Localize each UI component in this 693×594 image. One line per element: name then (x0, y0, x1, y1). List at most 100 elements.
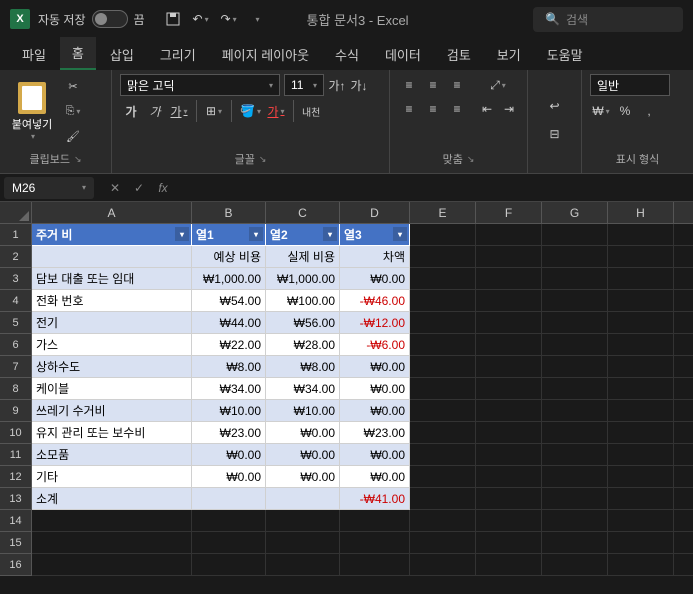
cell[interactable]: 가스 (32, 334, 192, 356)
redo-icon[interactable]: ↷▾ (217, 7, 241, 31)
table-header-cell[interactable]: 열1▾ (192, 224, 266, 246)
worksheet[interactable]: ABCDEFGH1주거 비▾열1▾열2▾열3▾2예상 비용실제 비용차액3담보 … (0, 202, 693, 576)
cell[interactable] (674, 488, 693, 510)
cell[interactable] (476, 378, 542, 400)
align-middle-icon[interactable]: ≡ (422, 74, 444, 96)
cell[interactable] (542, 510, 608, 532)
row-header[interactable]: 8 (0, 378, 32, 400)
cell[interactable]: ₩1,000.00 (266, 268, 340, 290)
tab-review[interactable]: 검토 (435, 39, 483, 70)
cell[interactable]: ₩0.00 (340, 400, 410, 422)
cell[interactable] (476, 312, 542, 334)
cell[interactable] (608, 290, 674, 312)
dialog-launcher-icon[interactable]: ↘ (74, 154, 82, 165)
cell[interactable] (476, 444, 542, 466)
cell[interactable] (476, 268, 542, 290)
table-header-cell[interactable]: 열3▾ (340, 224, 410, 246)
align-center-icon[interactable]: ≡ (422, 98, 444, 120)
wrap-text-icon[interactable]: ↩ (544, 95, 566, 117)
cell[interactable]: ₩10.00 (266, 400, 340, 422)
cell[interactable] (476, 334, 542, 356)
cell[interactable]: ₩34.00 (192, 378, 266, 400)
cell[interactable]: ₩34.00 (266, 378, 340, 400)
tab-data[interactable]: 데이터 (373, 39, 433, 70)
select-all-corner[interactable] (0, 202, 32, 224)
cancel-formula-icon[interactable]: ✕ (104, 177, 126, 199)
cell[interactable] (476, 290, 542, 312)
cell[interactable] (410, 554, 476, 576)
cell[interactable]: ₩0.00 (266, 444, 340, 466)
cell[interactable]: -₩6.00 (340, 334, 410, 356)
cell[interactable] (410, 488, 476, 510)
cell[interactable]: ₩8.00 (192, 356, 266, 378)
tab-insert[interactable]: 삽입 (98, 39, 146, 70)
row-header[interactable]: 14 (0, 510, 32, 532)
tab-file[interactable]: 파일 (10, 39, 58, 70)
search-box[interactable]: 🔍 검색 (533, 7, 683, 32)
enter-formula-icon[interactable]: ✓ (128, 177, 150, 199)
col-header[interactable]: D (340, 202, 410, 224)
cell[interactable] (674, 334, 693, 356)
cell[interactable] (32, 554, 192, 576)
row-header[interactable]: 5 (0, 312, 32, 334)
cell[interactable]: ₩44.00 (192, 312, 266, 334)
cell[interactable] (476, 224, 542, 246)
cell[interactable] (674, 224, 693, 246)
tab-draw[interactable]: 그리기 (148, 39, 208, 70)
cell[interactable] (476, 488, 542, 510)
cell[interactable] (410, 312, 476, 334)
cell[interactable] (608, 334, 674, 356)
row-header[interactable]: 12 (0, 466, 32, 488)
cell[interactable] (410, 510, 476, 532)
cell[interactable]: ₩28.00 (266, 334, 340, 356)
qat-more-icon[interactable]: ▾ (245, 7, 269, 31)
tab-home[interactable]: 홈 (60, 37, 96, 70)
cell[interactable] (608, 400, 674, 422)
cell[interactable] (410, 334, 476, 356)
tab-help[interactable]: 도움말 (535, 39, 595, 70)
font-color-button[interactable]: 가▾ (265, 100, 287, 122)
phonetic-button[interactable]: 내천 (300, 100, 322, 122)
row-header[interactable]: 7 (0, 356, 32, 378)
cell[interactable] (608, 444, 674, 466)
cell[interactable] (542, 290, 608, 312)
cell[interactable] (410, 224, 476, 246)
cell[interactable]: ₩10.00 (192, 400, 266, 422)
cell[interactable] (410, 422, 476, 444)
cell[interactable] (608, 246, 674, 268)
cell[interactable] (674, 466, 693, 488)
cell[interactable] (542, 268, 608, 290)
cell[interactable] (410, 246, 476, 268)
cell[interactable] (674, 246, 693, 268)
row-header[interactable]: 13 (0, 488, 32, 510)
cell[interactable]: 소모품 (32, 444, 192, 466)
filter-icon[interactable]: ▾ (323, 227, 337, 241)
cell[interactable] (340, 510, 410, 532)
cell[interactable] (542, 378, 608, 400)
cell[interactable]: ₩0.00 (192, 444, 266, 466)
cell[interactable]: ₩8.00 (266, 356, 340, 378)
row-header[interactable]: 9 (0, 400, 32, 422)
cell[interactable] (542, 312, 608, 334)
decrease-indent-icon[interactable]: ⇤ (476, 98, 498, 120)
table-header-cell[interactable]: 주거 비▾ (32, 224, 192, 246)
cell[interactable] (674, 400, 693, 422)
increase-indent-icon[interactable]: ⇥ (498, 98, 520, 120)
cell[interactable]: -₩12.00 (340, 312, 410, 334)
fx-icon[interactable]: fx (152, 177, 174, 199)
cell[interactable] (674, 356, 693, 378)
col-header[interactable]: H (608, 202, 674, 224)
cell[interactable] (542, 400, 608, 422)
cell[interactable] (542, 444, 608, 466)
merge-icon[interactable]: ⊟ (544, 123, 566, 145)
cell[interactable] (674, 422, 693, 444)
dialog-launcher-icon[interactable]: ↘ (467, 154, 475, 165)
cell[interactable] (266, 554, 340, 576)
cell[interactable] (674, 532, 693, 554)
cell[interactable] (476, 554, 542, 576)
row-header[interactable]: 16 (0, 554, 32, 576)
row-header[interactable]: 10 (0, 422, 32, 444)
cell[interactable] (542, 246, 608, 268)
cell[interactable]: ₩22.00 (192, 334, 266, 356)
col-header[interactable]: E (410, 202, 476, 224)
